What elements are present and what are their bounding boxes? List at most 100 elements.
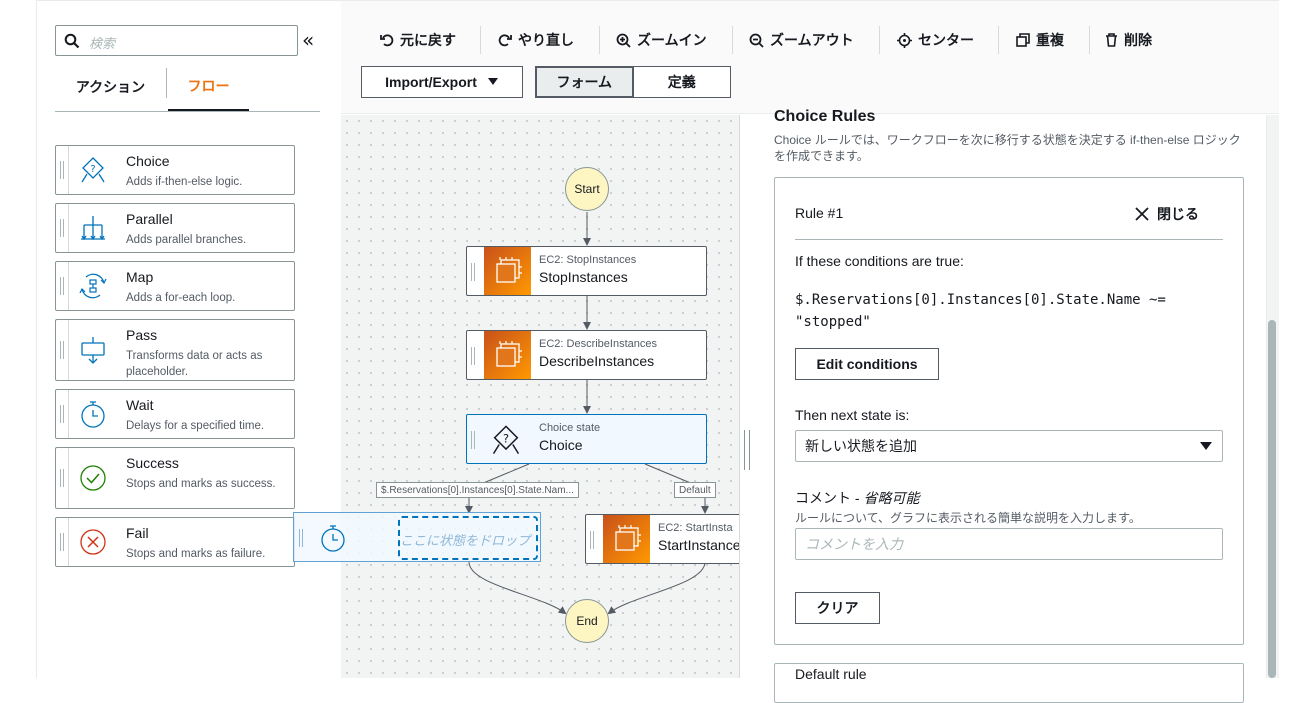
flow-item-desc: Adds parallel branches.: [126, 234, 247, 246]
duplicate-label: 重複: [1036, 32, 1064, 48]
edge-label-default[interactable]: Default: [674, 482, 716, 498]
wait-icon: [81, 401, 105, 428]
search-input[interactable]: 検索: [55, 25, 298, 56]
rule-title: Rule #1: [795, 205, 844, 221]
scrollbar-thumb[interactable]: [1268, 320, 1276, 678]
delete-button[interactable]: 削除: [1105, 28, 1152, 52]
drag-handle[interactable]: [60, 533, 64, 551]
svg-text:?: ?: [503, 431, 509, 445]
flow-item-title: Choice: [126, 153, 170, 169]
edit-conditions-button[interactable]: Edit conditions: [795, 348, 939, 380]
zoom-in-button[interactable]: ズームイン: [616, 28, 707, 52]
flow-item-parallel[interactable]: Parallel Adds parallel branches.: [55, 203, 295, 253]
next-state-value: 新しい状態を追加: [805, 438, 917, 454]
inspector-description: Choice ルールでは、ワークフローを次に移行する状態を決定する if-the…: [774, 133, 1241, 163]
zoom-out-label: ズームアウト: [770, 32, 854, 48]
drag-handle[interactable]: [60, 405, 64, 423]
redo-icon: [498, 34, 512, 47]
trash-icon: [1106, 33, 1117, 47]
flow-item-title: Pass: [126, 327, 158, 343]
flow-item-title: Success: [126, 455, 179, 471]
zoom-out-button[interactable]: ズームアウト: [749, 28, 854, 52]
tab-flow[interactable]: フロー: [168, 62, 249, 112]
start-node[interactable]: Start: [565, 167, 609, 211]
flow-item-desc: Delays for a specified time.: [126, 420, 265, 432]
parallel-icon: [81, 216, 105, 241]
flow-item-desc: Adds a for-each loop.: [126, 292, 236, 304]
view-form-button[interactable]: フォーム: [536, 67, 634, 97]
duplicate-button[interactable]: 重複: [1016, 28, 1064, 52]
flow-item-success[interactable]: Success Stops and marks as success.: [55, 447, 295, 509]
svg-text:?: ?: [90, 164, 95, 175]
import-export-dropdown[interactable]: Import/Export: [361, 66, 523, 98]
node-type-label: EC2: StopInstances: [539, 254, 637, 266]
state-node-choice[interactable]: ? Choice state Choice: [466, 414, 707, 464]
flow-item-title: Wait: [126, 397, 154, 413]
comment-input[interactable]: コメントを入力: [795, 528, 1223, 560]
redo-label: やり直し: [518, 32, 574, 48]
view-definition-button[interactable]: 定義: [634, 67, 731, 97]
center-label: センター: [918, 32, 974, 48]
redo-button[interactable]: やり直し: [498, 28, 574, 52]
drag-handle[interactable]: [60, 341, 64, 359]
drop-zone[interactable]: ここに状態をドロップ: [398, 516, 538, 560]
end-node[interactable]: End: [565, 599, 609, 643]
drag-handle[interactable]: [60, 219, 64, 237]
collapse-panel-icon[interactable]: «: [302, 28, 322, 52]
view-toggle: フォーム 定義: [535, 66, 731, 98]
clear-button[interactable]: クリア: [795, 592, 880, 624]
workflow-canvas[interactable]: Start EC2: StopInstances StopInstances E…: [341, 115, 740, 678]
undo-button[interactable]: 元に戻す: [380, 28, 456, 52]
optional-tag: 省略可能: [863, 490, 920, 506]
close-label: 閉じる: [1157, 206, 1199, 222]
tab-underline: [55, 111, 320, 112]
tab-actions[interactable]: アクション: [55, 62, 166, 112]
flow-item-title: Fail: [126, 525, 149, 541]
divider: [795, 239, 1223, 240]
state-node-startinstances[interactable]: EC2: StartInsta StartInstance: [585, 514, 740, 564]
state-node-stopinstances[interactable]: EC2: StopInstances StopInstances: [466, 246, 707, 296]
inspector-heading: Choice Rules: [774, 108, 876, 125]
close-icon: [1135, 207, 1149, 221]
flow-item-desc: Adds if-then-else logic.: [126, 176, 243, 188]
drag-handle[interactable]: [60, 161, 64, 179]
flow-item-wait[interactable]: Wait Delays for a specified time.: [55, 389, 295, 439]
node-type-label: Choice state: [539, 422, 601, 434]
pass-icon: [81, 337, 105, 364]
flow-item-fail[interactable]: Fail Stops and marks as failure.: [55, 517, 295, 567]
edge-label-rule[interactable]: $.Reservations[0].Instances[0].State.Nam…: [376, 482, 579, 498]
default-rule-title: Default rule: [795, 666, 867, 682]
undo-icon: [380, 34, 394, 47]
node-name-label: Choice: [539, 437, 583, 453]
search-placeholder: 検索: [89, 36, 116, 51]
ec2-icon: [484, 247, 531, 295]
node-type-label: EC2: DescribeInstances: [539, 338, 657, 350]
center-button[interactable]: センター: [897, 28, 974, 52]
fail-icon: [80, 529, 106, 555]
comment-description: ルールについて、グラフに表示される簡単な説明を入力します。: [795, 511, 1141, 525]
zoom-in-icon: [616, 33, 631, 48]
flow-item-pass[interactable]: Pass Transforms data or acts as placehol…: [55, 319, 295, 381]
flow-item-map[interactable]: Map Adds a for-each loop.: [55, 261, 295, 311]
ec2-icon: [484, 331, 531, 379]
flow-item-desc: Transforms data or acts as placeholder.: [126, 350, 263, 378]
comment-placeholder: コメントを入力: [805, 536, 903, 552]
drop-zone-text: ここに状態をドロップ: [400, 533, 531, 548]
node-type-label: EC2: StartInsta: [658, 522, 733, 534]
next-state-select[interactable]: 新しい状態を追加: [795, 430, 1223, 462]
tab-divider: [166, 68, 167, 98]
flow-item-choice[interactable]: ? Choice Adds if-then-else logic.: [55, 145, 295, 195]
search-icon: [64, 33, 80, 49]
zoom-out-icon: [749, 33, 764, 48]
flow-item-desc: Stops and marks as success.: [126, 478, 276, 490]
next-state-label: Then next state is:: [795, 407, 910, 423]
drag-handle[interactable]: [60, 469, 64, 487]
dragged-wait-card[interactable]: ここに状態をドロップ: [293, 512, 541, 562]
close-rule-button[interactable]: 閉じる: [1135, 204, 1199, 224]
drag-handle[interactable]: [60, 277, 64, 295]
wait-icon: [321, 525, 345, 552]
choice-icon: ?: [492, 425, 520, 454]
center-icon: [897, 32, 912, 48]
state-node-describeinstances[interactable]: EC2: DescribeInstances DescribeInstances: [466, 330, 707, 380]
node-name-label: StartInstance: [658, 537, 740, 553]
